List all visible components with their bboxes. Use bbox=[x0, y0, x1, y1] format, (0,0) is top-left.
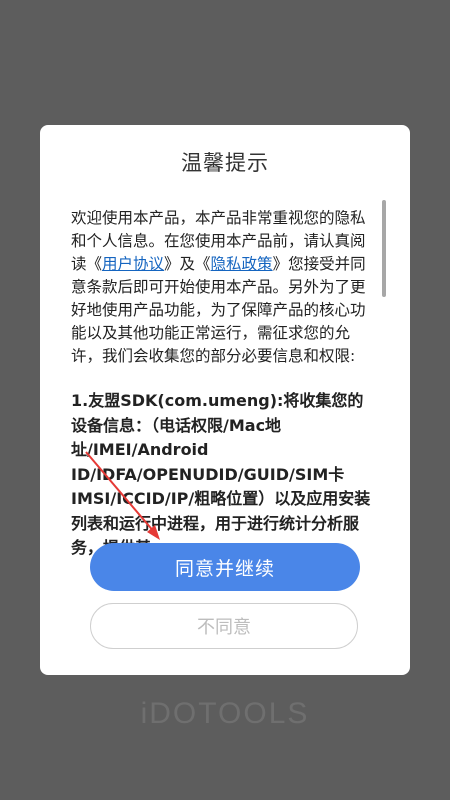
privacy-dialog: 温馨提示 欢迎使用本产品，本产品非常重视您的隐私和个人信息。在您使用本产品前，请… bbox=[40, 125, 410, 675]
scrollbar-thumb[interactable] bbox=[382, 200, 386, 297]
dialog-title: 温馨提示 bbox=[181, 151, 269, 175]
disagree-button[interactable]: 不同意 bbox=[90, 603, 358, 649]
intro-paragraph: 欢迎使用本产品，本产品非常重视您的隐私和个人信息。在您使用本产品前，请认真阅读《… bbox=[71, 207, 373, 368]
user-agreement-link[interactable]: 用户协议 bbox=[102, 255, 164, 273]
privacy-policy-link[interactable]: 隐私政策 bbox=[211, 255, 273, 273]
intro-text-2: 》及《 bbox=[164, 255, 211, 273]
agree-continue-button[interactable]: 同意并继续 bbox=[90, 543, 360, 591]
sdk-item-text: 1.友盟SDK(com.umeng):将收集您的设备信息：（电话权限/Mac地址… bbox=[71, 391, 371, 557]
content-scrollbar[interactable] bbox=[382, 200, 386, 640]
brand-logo: iDOTOOLS bbox=[140, 697, 310, 730]
